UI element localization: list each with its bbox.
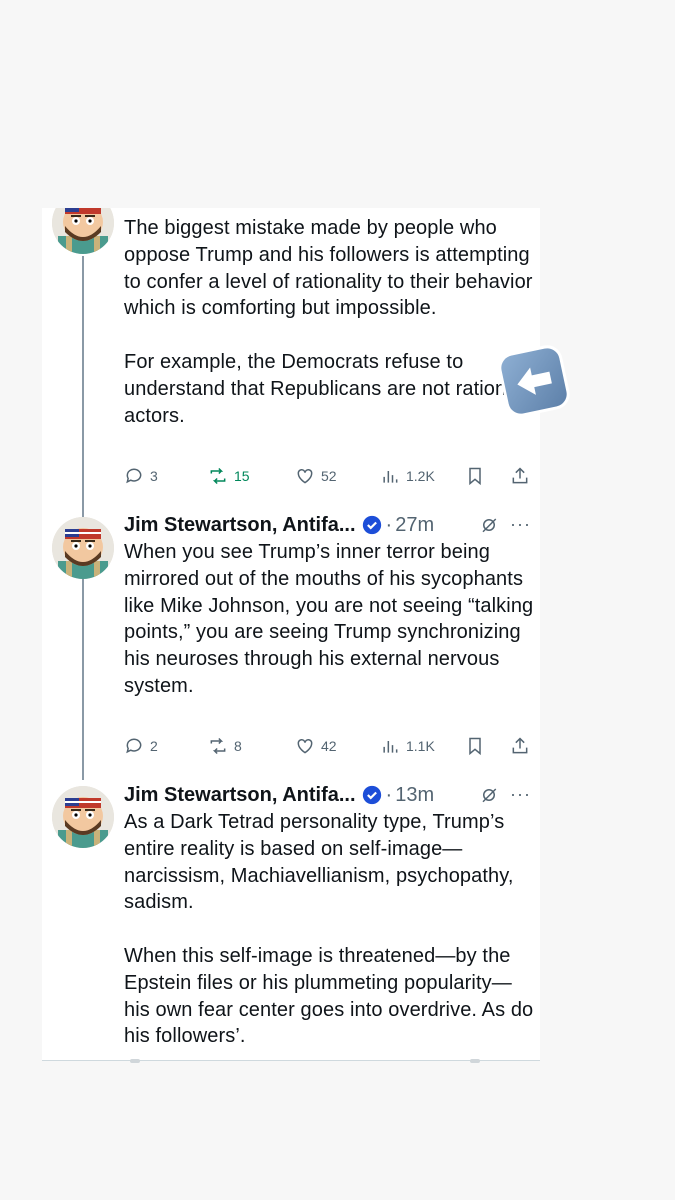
verified-badge-icon: [362, 785, 381, 805]
reply-button[interactable]: 2: [124, 734, 158, 758]
views-icon: [383, 741, 398, 753]
reply-count: 2: [150, 738, 158, 754]
like-count: 52: [321, 468, 337, 484]
like-button[interactable]: 52: [295, 464, 337, 488]
views-count: 1.1K: [406, 738, 435, 754]
bookmark-button[interactable]: [465, 464, 491, 488]
reply-count: 3: [150, 468, 158, 484]
avatar-image: [52, 786, 114, 848]
more-icon[interactable]: ···: [510, 514, 531, 535]
avatar[interactable]: [52, 517, 114, 579]
like-icon: [297, 468, 313, 484]
more-icon[interactable]: ···: [510, 784, 531, 805]
share-button[interactable]: [510, 734, 536, 758]
next-tweet-edge: [130, 1059, 140, 1063]
tweet-header: Jim Stewartson, Antifa... · 27m ···: [124, 510, 534, 540]
share-icon: [512, 737, 528, 754]
like-icon: [297, 738, 313, 754]
avatar-image: [52, 208, 114, 254]
tweet-text: As a Dark Tetrad personality type, Trump…: [124, 811, 534, 1048]
views-count: 1.2K: [406, 468, 435, 484]
repost-icon: [210, 467, 226, 485]
timestamp[interactable]: 13m: [395, 784, 434, 807]
bookmark-icon: [469, 737, 481, 756]
card-bottom-border: [42, 1060, 540, 1061]
thread-card: The biggest mistake made by people who o…: [42, 208, 540, 1060]
next-tweet-edge: [470, 1059, 480, 1063]
share-icon: [512, 467, 528, 484]
header-separator: ·: [385, 783, 393, 806]
author-name[interactable]: Jim Stewartson, Antifa...: [124, 784, 356, 807]
repost-count: 8: [234, 738, 242, 754]
bookmark-button[interactable]: [465, 734, 491, 758]
reply-icon: [126, 468, 142, 484]
views-icon: [383, 471, 398, 483]
repost-button[interactable]: 8: [208, 734, 242, 758]
thread-connector: [82, 580, 84, 780]
header-separator: ·: [385, 513, 393, 536]
repost-count: 15: [234, 468, 250, 484]
tweet-actions: 2 8 42 1.1K: [124, 734, 534, 758]
views-button[interactable]: 1.2K: [380, 464, 435, 488]
verified-badge-icon: [362, 515, 381, 535]
like-button[interactable]: 42: [295, 734, 337, 758]
like-count: 42: [321, 738, 337, 754]
share-button[interactable]: [510, 464, 536, 488]
views-button[interactable]: 1.1K: [380, 734, 435, 758]
left-arrow-sticker: [498, 345, 570, 417]
tweet-header: Jim Stewartson, Antifa... · 13m ···: [124, 780, 534, 810]
tweet-actions: 3 15 52 1.2K: [124, 464, 534, 488]
repost-icon: [210, 737, 226, 755]
bookmark-icon: [469, 467, 481, 486]
reply-icon: [126, 738, 142, 754]
timestamp[interactable]: 27m: [395, 514, 434, 537]
author-name[interactable]: Jim Stewartson, Antifa...: [124, 514, 356, 537]
grok-icon[interactable]: [480, 516, 498, 534]
reply-button[interactable]: 3: [124, 464, 158, 488]
tweet-text: When you see Trump’s inner terror being …: [124, 541, 534, 697]
avatar-image: [52, 517, 114, 579]
repost-button[interactable]: 15: [208, 464, 250, 488]
grok-icon[interactable]: [480, 786, 498, 804]
avatar[interactable]: [52, 786, 114, 848]
tweet-text: The biggest mistake made by people who o…: [124, 217, 533, 427]
avatar[interactable]: [52, 208, 114, 254]
